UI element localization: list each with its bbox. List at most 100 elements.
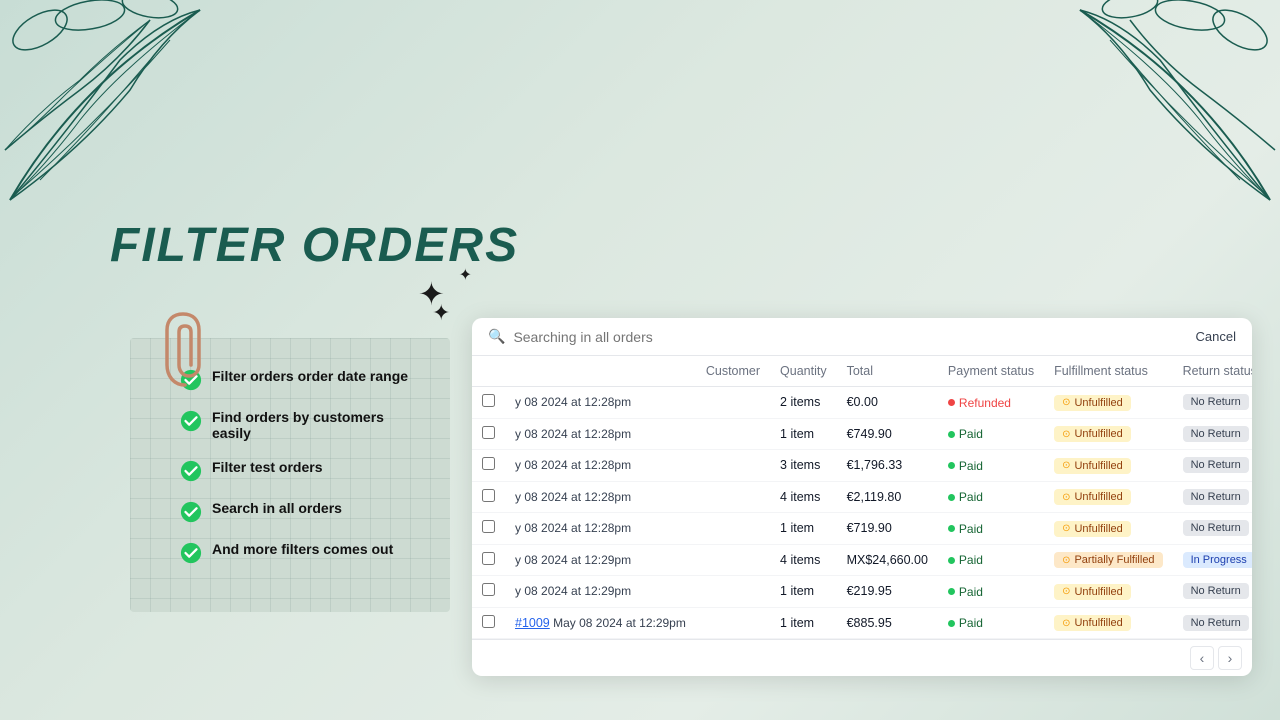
orders-table: Customer Quantity Total Payment status F…: [472, 356, 1252, 639]
table-row: y 08 2024 at 12:29pm 4 items MX$24,660.0…: [472, 544, 1252, 576]
total-cell: €1,796.33: [837, 450, 938, 482]
table-row: #1009 May 08 2024 at 12:29pm 1 item €885…: [472, 607, 1252, 639]
feature-list-item: Filter orders order date range: [180, 368, 426, 391]
return-cell: No Return: [1173, 481, 1252, 513]
payment-cell: Paid: [938, 450, 1044, 482]
total-cell: €0.00: [837, 387, 938, 419]
pagination: ‹ ›: [472, 639, 1252, 676]
checkmark-icon: [180, 410, 202, 432]
col-return: Return status: [1173, 356, 1252, 387]
order-date-cell: #1009 May 08 2024 at 12:29pm: [505, 607, 696, 639]
table-row: y 08 2024 at 12:28pm 1 item €749.90 Paid…: [472, 418, 1252, 450]
fulfillment-badge: ⊙ Unfulfilled: [1054, 426, 1131, 442]
feature-list-item: Filter test orders: [180, 459, 426, 482]
fulfillment-cell: ⊙ Unfulfilled: [1044, 481, 1172, 513]
feature-list-item: Search in all orders: [180, 500, 426, 523]
quantity-cell: 4 items: [770, 481, 837, 513]
table-row: y 08 2024 at 12:28pm 4 items €2,119.80 P…: [472, 481, 1252, 513]
col-payment: Payment status: [938, 356, 1044, 387]
total-cell: €885.95: [837, 607, 938, 639]
customer-cell: [696, 607, 770, 639]
quantity-cell: 3 items: [770, 450, 837, 482]
row-checkbox[interactable]: [482, 457, 495, 470]
fulfillment-badge: ⊙ Unfulfilled: [1054, 458, 1131, 474]
fulfillment-cell: ⊙ Unfulfilled: [1044, 418, 1172, 450]
fulfillment-badge: ⊙ Unfulfilled: [1054, 584, 1131, 600]
quantity-cell: 1 item: [770, 607, 837, 639]
row-checkbox-cell: [472, 450, 505, 482]
fulfillment-cell: ⊙ Unfulfilled: [1044, 450, 1172, 482]
quantity-cell: 4 items: [770, 544, 837, 576]
return-badge: In Progress: [1183, 552, 1252, 568]
return-cell: In Progress: [1173, 544, 1252, 576]
table-row: y 08 2024 at 12:29pm 1 item €219.95 Paid…: [472, 576, 1252, 608]
order-date: y 08 2024 at 12:28pm: [515, 490, 631, 504]
fulfillment-badge: ⊙ Unfulfilled: [1054, 521, 1131, 537]
table-header-row: Customer Quantity Total Payment status F…: [472, 356, 1252, 387]
order-date-cell: y 08 2024 at 12:29pm: [505, 544, 696, 576]
return-badge: No Return: [1183, 520, 1249, 536]
feature-text: Filter test orders: [212, 459, 322, 475]
payment-status-paid: Paid: [948, 616, 983, 630]
feature-text: Find orders by customers easily: [212, 409, 426, 441]
cancel-button[interactable]: Cancel: [1196, 329, 1236, 344]
order-date: y 08 2024 at 12:28pm: [515, 458, 631, 472]
customer-cell: [696, 576, 770, 608]
checkmark-icon: [180, 542, 202, 564]
customer-cell: [696, 544, 770, 576]
fulfillment-cell: ⊙ Unfulfilled: [1044, 513, 1172, 545]
return-cell: No Return: [1173, 450, 1252, 482]
return-cell: No Return: [1173, 576, 1252, 608]
search-input[interactable]: [513, 329, 1187, 345]
order-date: y 08 2024 at 12:28pm: [515, 427, 631, 441]
col-quantity: Quantity: [770, 356, 837, 387]
order-date-cell: y 08 2024 at 12:28pm: [505, 450, 696, 482]
row-checkbox[interactable]: [482, 520, 495, 533]
return-badge: No Return: [1183, 426, 1249, 442]
col-fulfillment: Fulfillment status: [1044, 356, 1172, 387]
row-checkbox[interactable]: [482, 552, 495, 565]
search-bar: 🔍 Cancel: [472, 318, 1252, 356]
return-badge: No Return: [1183, 394, 1249, 410]
row-checkbox-cell: [472, 418, 505, 450]
order-date-cell: y 08 2024 at 12:28pm: [505, 513, 696, 545]
total-cell: €2,119.80: [837, 481, 938, 513]
row-checkbox[interactable]: [482, 394, 495, 407]
order-date-cell: y 08 2024 at 12:28pm: [505, 481, 696, 513]
customer-cell: [696, 513, 770, 545]
row-checkbox[interactable]: [482, 583, 495, 596]
return-badge: No Return: [1183, 457, 1249, 473]
order-link[interactable]: #1009: [515, 616, 550, 630]
checkmark-icon: [180, 460, 202, 482]
customer-cell: [696, 387, 770, 419]
next-page-button[interactable]: ›: [1218, 646, 1242, 670]
prev-page-button[interactable]: ‹: [1190, 646, 1214, 670]
quantity-cell: 1 item: [770, 576, 837, 608]
fulfillment-badge: ⊙ Unfulfilled: [1054, 489, 1131, 505]
order-date: May 08 2024 at 12:29pm: [550, 616, 686, 630]
total-cell: €719.90: [837, 513, 938, 545]
customer-cell: [696, 481, 770, 513]
payment-cell: Paid: [938, 607, 1044, 639]
page-content: Filter Orders ✦ ✦ ✦ Filter orders order …: [0, 0, 1280, 720]
fulfillment-cell: ⊙ Unfulfilled: [1044, 576, 1172, 608]
order-date: y 08 2024 at 12:28pm: [515, 521, 631, 535]
return-cell: No Return: [1173, 607, 1252, 639]
return-badge: No Return: [1183, 583, 1249, 599]
payment-cell: Paid: [938, 576, 1044, 608]
row-checkbox-cell: [472, 576, 505, 608]
feature-text: Filter orders order date range: [212, 368, 408, 384]
total-cell: MX$24,660.00: [837, 544, 938, 576]
row-checkbox[interactable]: [482, 615, 495, 628]
payment-cell: Refunded: [938, 387, 1044, 419]
orders-panel: 🔍 Cancel Order Date Order Status Return …: [472, 318, 1252, 676]
payment-status-refunded: Refunded: [948, 396, 1011, 410]
row-checkbox[interactable]: [482, 426, 495, 439]
order-date-cell: y 08 2024 at 12:29pm: [505, 576, 696, 608]
row-checkbox-cell: [472, 481, 505, 513]
paperclip-decoration: [163, 310, 207, 395]
fulfillment-cell: ⊙ Unfulfilled: [1044, 387, 1172, 419]
feature-text: Search in all orders: [212, 500, 342, 516]
row-checkbox[interactable]: [482, 489, 495, 502]
fulfillment-badge: ⊙ Unfulfilled: [1054, 615, 1131, 631]
